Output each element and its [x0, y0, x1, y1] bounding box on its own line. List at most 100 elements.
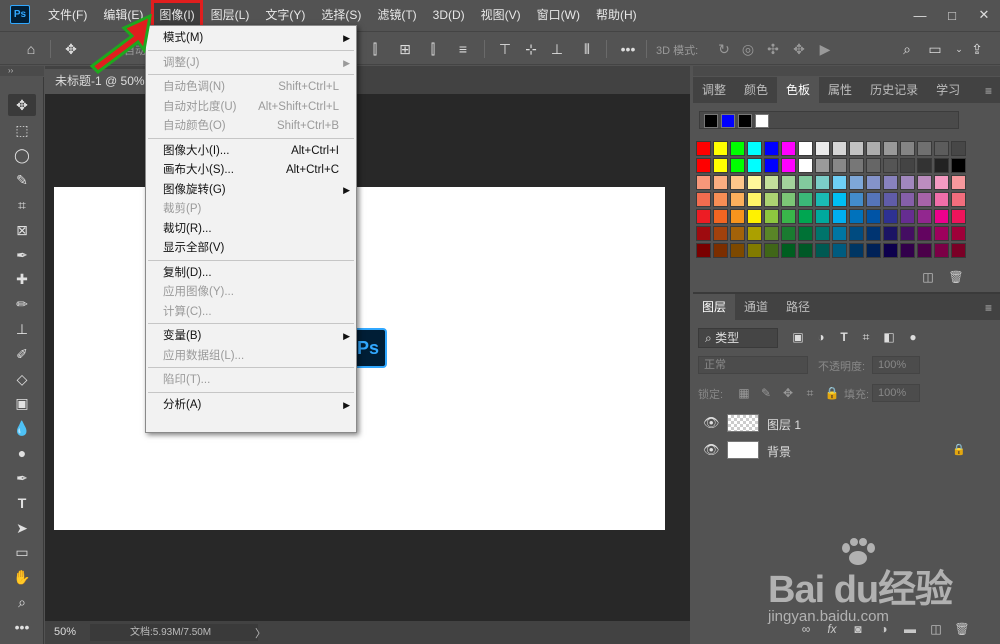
lock-artboard-icon[interactable]: ⌗	[802, 386, 818, 402]
workspace-icon[interactable]: ▭	[924, 38, 946, 60]
color-swatch[interactable]	[696, 226, 711, 241]
menu-item[interactable]: 视图(V)	[473, 0, 529, 30]
color-swatch[interactable]	[781, 158, 796, 173]
eyedropper-tool-icon[interactable]: ✒	[8, 244, 36, 266]
color-swatch[interactable]	[730, 209, 745, 224]
color-swatch[interactable]	[900, 158, 915, 173]
3d-rotate-icon[interactable]: ↻	[713, 38, 735, 60]
distribute-icon[interactable]: ≡	[452, 38, 474, 60]
filter-shape-icon[interactable]: ⌗	[858, 330, 874, 346]
color-swatch[interactable]	[730, 175, 745, 190]
panel-collapse-bar[interactable]	[693, 66, 1000, 76]
image-menu-item[interactable]: 自动色调(N) Shift+Ctrl+L	[146, 77, 356, 97]
panel-tab[interactable]: 色板	[777, 77, 820, 103]
recent-color-swatch[interactable]	[721, 114, 735, 128]
color-swatch[interactable]	[764, 141, 779, 156]
panel-tab[interactable]: 通道	[735, 294, 777, 320]
color-swatch[interactable]	[798, 226, 813, 241]
panel-tab[interactable]: 路径	[777, 294, 819, 320]
color-swatch[interactable]	[832, 192, 847, 207]
image-menu-item[interactable]: 计算(C)...	[146, 302, 356, 322]
canvas-area[interactable]: Ps	[45, 94, 690, 621]
color-swatch[interactable]	[781, 243, 796, 258]
image-menu-item[interactable]: 应用图像(Y)...	[146, 282, 356, 302]
color-swatch[interactable]	[781, 141, 796, 156]
layer-filter-select[interactable]: ⌕ 类型	[698, 328, 778, 348]
home-icon[interactable]: ⌂	[20, 38, 42, 60]
color-swatch[interactable]	[764, 175, 779, 190]
color-swatch[interactable]	[781, 192, 796, 207]
color-swatch[interactable]	[951, 158, 966, 173]
blend-mode-select[interactable]: 正常	[698, 356, 808, 374]
path-select-tool-icon[interactable]: ➤	[8, 517, 36, 539]
color-swatch[interactable]	[866, 158, 881, 173]
color-swatch[interactable]	[747, 141, 762, 156]
healing-brush-tool-icon[interactable]: ✚	[8, 268, 36, 290]
color-swatch[interactable]	[866, 141, 881, 156]
align-left-icon[interactable]: ⫿	[364, 38, 386, 60]
color-swatch[interactable]	[866, 226, 881, 241]
lock-position-icon[interactable]: ✥	[780, 386, 796, 402]
lock-transparent-icon[interactable]: ▦	[736, 386, 752, 402]
3d-video-icon[interactable]: ▶	[814, 38, 836, 60]
color-swatch[interactable]	[849, 192, 864, 207]
color-swatch[interactable]	[713, 175, 728, 190]
color-swatch[interactable]	[917, 158, 932, 173]
color-swatch[interactable]	[951, 141, 966, 156]
dodge-tool-icon[interactable]: ●	[8, 442, 36, 464]
move-tool-icon[interactable]: ✥	[60, 38, 82, 60]
image-menu-item[interactable]: 模式(M) ▶	[146, 28, 356, 48]
toolbar-collapse[interactable]: ››	[0, 66, 44, 76]
color-swatch[interactable]	[883, 209, 898, 224]
lasso-tool-icon[interactable]: ◯	[8, 144, 36, 166]
color-swatch[interactable]	[849, 158, 864, 173]
type-tool-icon[interactable]: T	[8, 492, 36, 514]
color-swatch[interactable]	[849, 226, 864, 241]
color-swatch[interactable]	[832, 243, 847, 258]
eraser-tool-icon[interactable]: ◇	[8, 368, 36, 390]
color-swatch[interactable]	[934, 158, 949, 173]
filter-smart-object-icon[interactable]: ◧	[881, 330, 897, 346]
color-swatch[interactable]	[934, 243, 949, 258]
color-swatch[interactable]	[951, 209, 966, 224]
close-button[interactable]: ✕	[968, 0, 1000, 30]
color-swatch[interactable]	[764, 158, 779, 173]
clone-stamp-tool-icon[interactable]: ⊥	[8, 318, 36, 340]
panel-tab[interactable]: 颜色	[735, 77, 777, 103]
color-swatch[interactable]	[747, 192, 762, 207]
color-swatch[interactable]	[696, 141, 711, 156]
color-swatch[interactable]	[900, 226, 915, 241]
color-swatch[interactable]	[934, 209, 949, 224]
color-swatch[interactable]	[883, 141, 898, 156]
align-center-icon[interactable]: ⊞	[394, 38, 416, 60]
move-tool-icon[interactable]: ✥	[8, 94, 36, 116]
color-swatch[interactable]	[713, 209, 728, 224]
color-swatch[interactable]	[934, 141, 949, 156]
brush-tool-icon[interactable]: ✏	[8, 293, 36, 315]
color-swatch[interactable]	[798, 141, 813, 156]
share-icon[interactable]: ⇪	[966, 38, 988, 60]
color-swatch[interactable]	[883, 243, 898, 258]
color-swatch[interactable]	[747, 226, 762, 241]
menu-item[interactable]: 帮助(H)	[588, 0, 645, 30]
align-right-icon[interactable]: ⫿	[422, 38, 444, 60]
color-swatch[interactable]	[713, 158, 728, 173]
color-swatch[interactable]	[764, 243, 779, 258]
color-swatch[interactable]	[764, 209, 779, 224]
fill-input[interactable]: 100%	[872, 384, 920, 402]
pen-tool-icon[interactable]: ✒	[8, 467, 36, 489]
color-swatch[interactable]	[747, 158, 762, 173]
color-swatch[interactable]	[951, 243, 966, 258]
color-swatch[interactable]	[934, 175, 949, 190]
blur-tool-icon[interactable]: 💧	[8, 417, 36, 439]
panel-tab[interactable]: 学习	[927, 77, 969, 103]
color-swatch[interactable]	[917, 209, 932, 224]
color-swatch[interactable]	[832, 226, 847, 241]
recent-color-swatch[interactable]	[755, 114, 769, 128]
color-swatch[interactable]	[815, 209, 830, 224]
color-swatch[interactable]	[883, 226, 898, 241]
color-swatch[interactable]	[917, 192, 932, 207]
image-menu-item[interactable]: 裁剪(P)	[146, 199, 356, 219]
minimize-button[interactable]: —	[904, 0, 936, 30]
color-swatch[interactable]	[900, 175, 915, 190]
